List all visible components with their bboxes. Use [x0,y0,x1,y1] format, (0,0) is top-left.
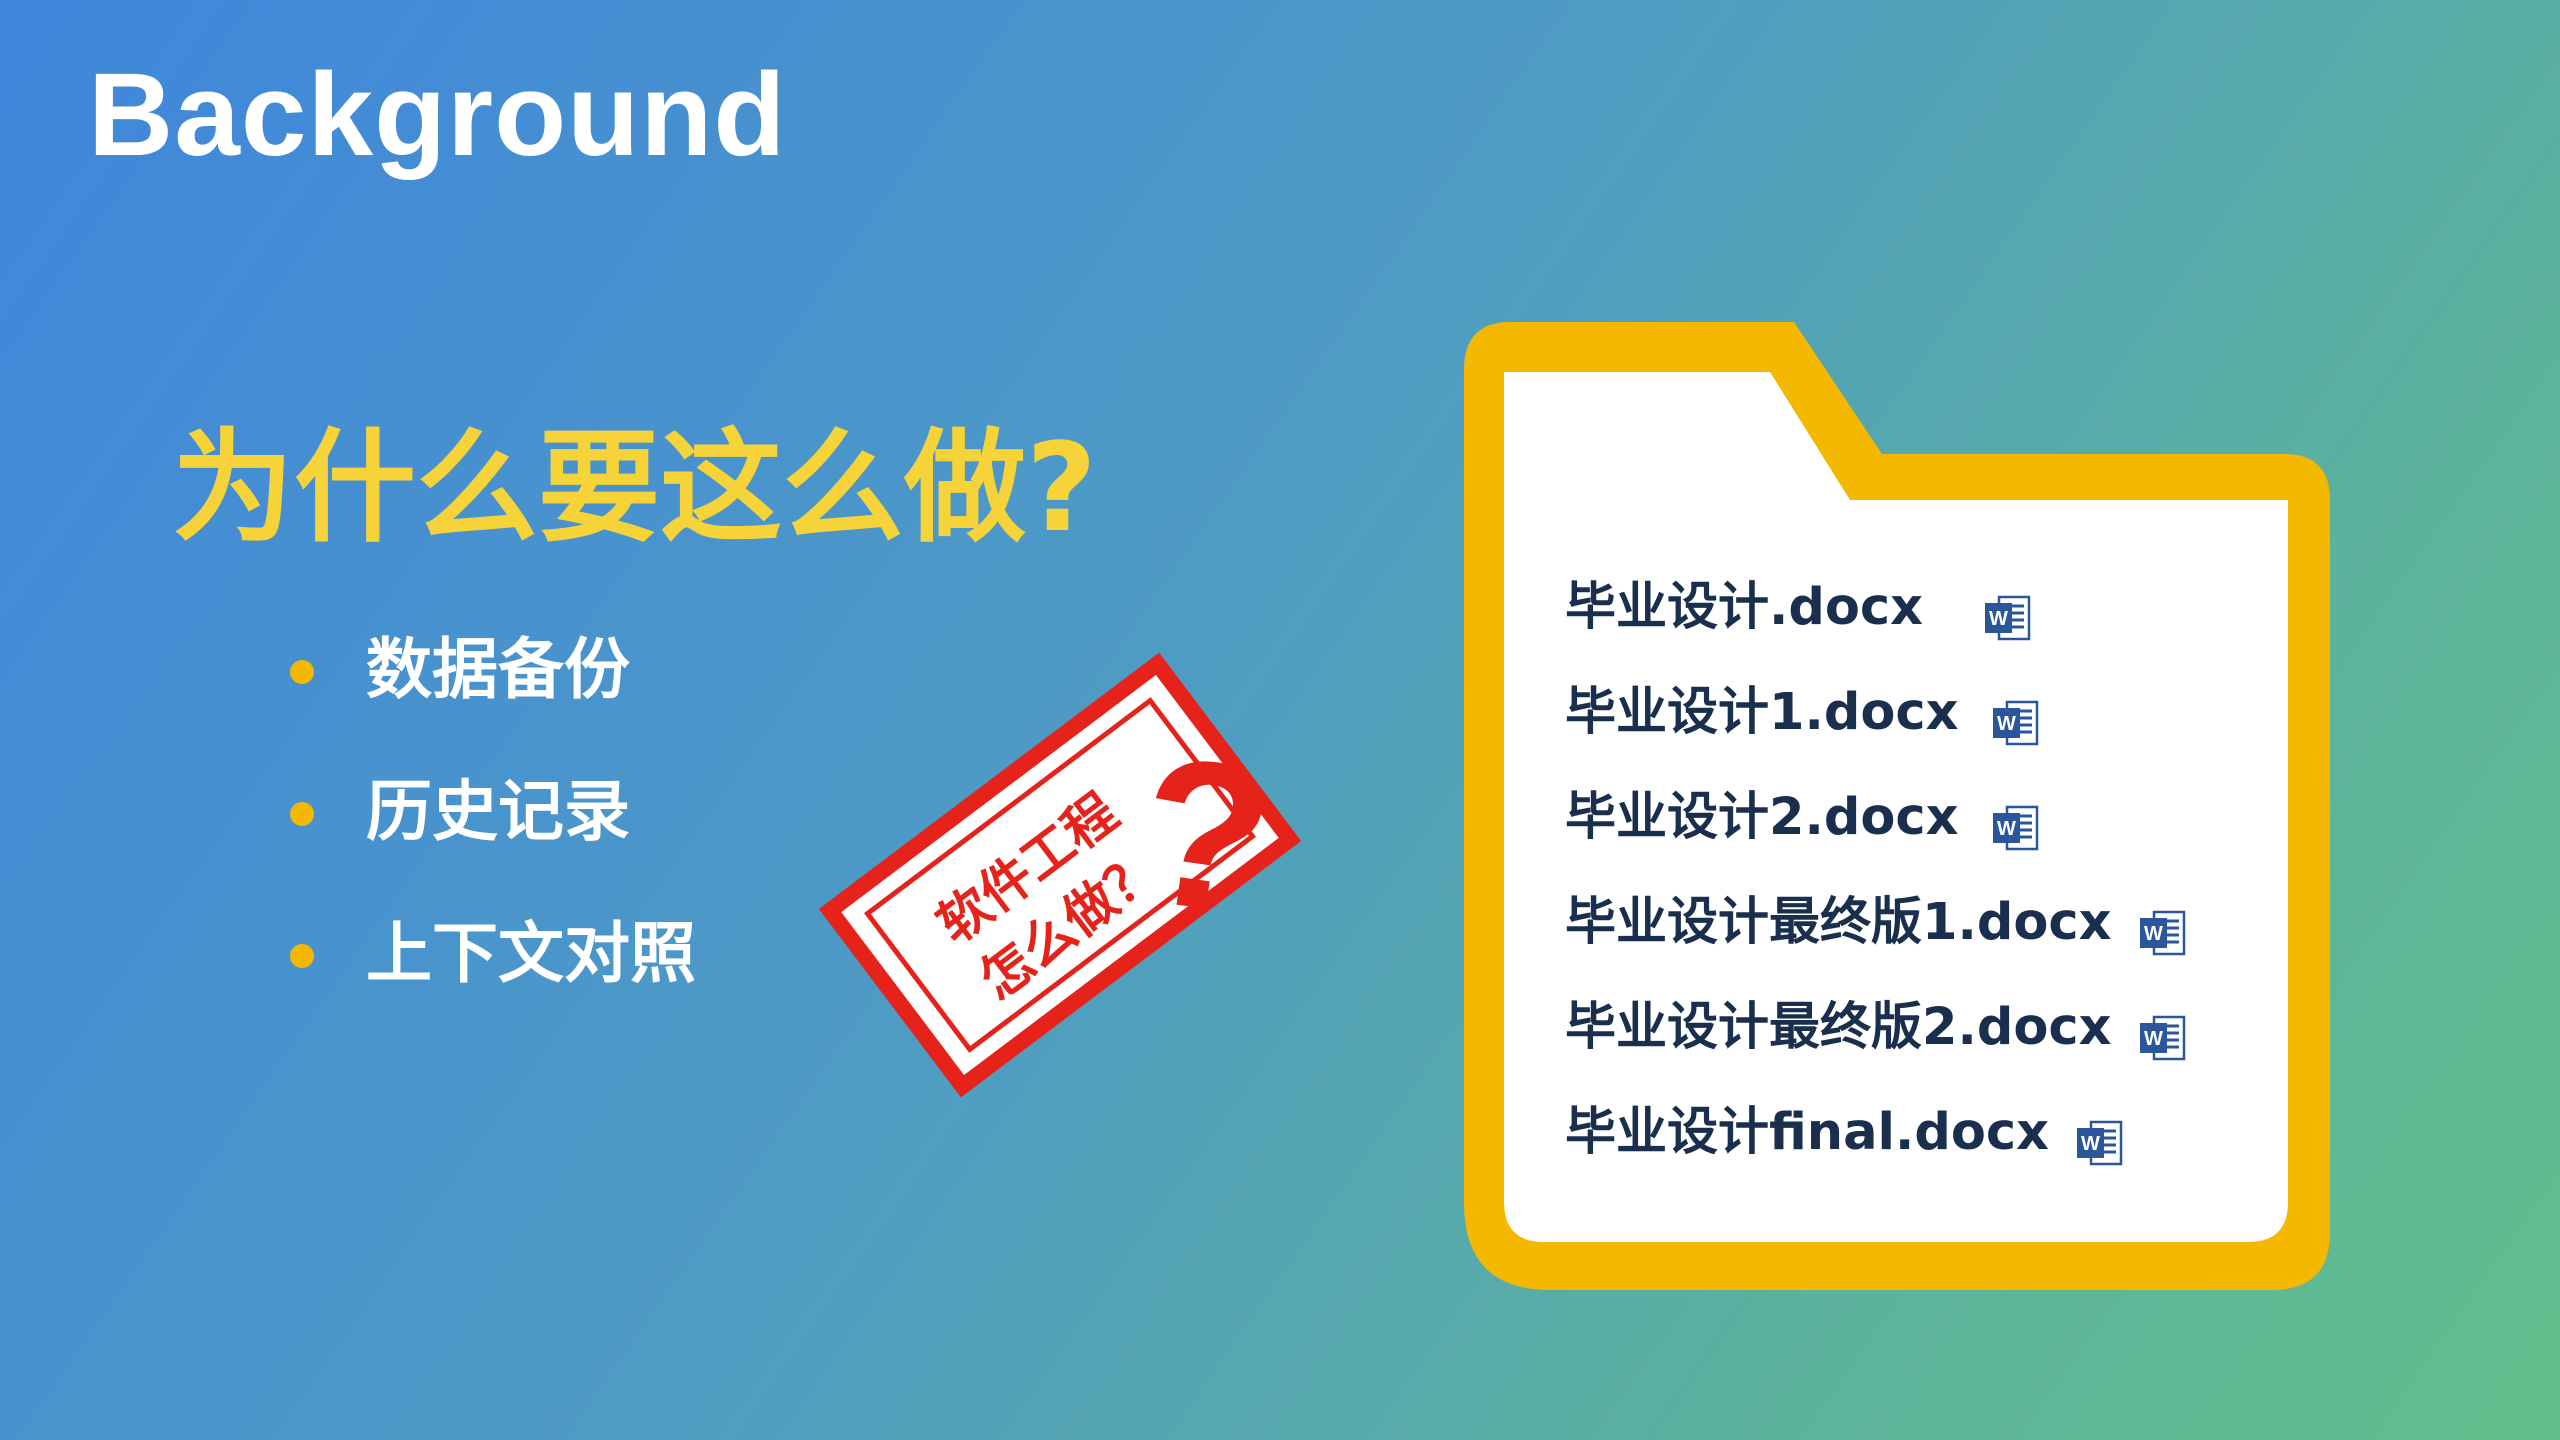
bullet-item: 历史记录 [290,762,696,904]
bullet-dot-icon [290,660,314,684]
bullet-item: 数据备份 [290,620,696,762]
word-doc-icon: W [2075,1109,2125,1165]
bullet-item: 上下文对照 [290,904,696,1046]
svg-text:W: W [1997,818,2016,840]
bullet-text: 数据备份 [366,631,630,708]
file-item[interactable]: 毕业设计final.docx W [1565,1080,2188,1185]
file-name: 毕业设计最终版1.docx [1565,892,2112,952]
svg-text:W: W [1997,713,2016,735]
word-doc-icon: W [1991,689,2041,745]
svg-text:W: W [2144,923,2163,945]
word-doc-icon: W [2138,1004,2188,1060]
bullet-list: 数据备份 历史记录 上下文对照 [290,620,696,1046]
bullet-dot-icon [290,802,314,826]
file-name: 毕业设计.docx [1565,577,1924,637]
file-item[interactable]: 毕业设计最终版1.docx W [1565,870,2188,975]
question-heading: 为什么要这么做? [172,417,1097,559]
svg-text:W: W [2081,1133,2100,1155]
file-name: 毕业设计2.docx [1565,787,1959,847]
file-item[interactable]: 毕业设计最终版2.docx W [1565,975,2188,1080]
file-list: 毕业设计.docx W 毕业设计1.docx W 毕业设计2.docx W 毕业… [1565,555,2188,1185]
file-name: 毕业设计1.docx [1565,682,1959,742]
svg-text:W: W [1989,608,2008,630]
stamp-graphic: 软件工程 怎么做？ ? [818,652,1302,1098]
file-item[interactable]: 毕业设计2.docx W [1565,765,2188,870]
word-doc-icon: W [2138,899,2188,955]
bullet-text: 历史记录 [366,773,630,850]
file-name: 毕业设计最终版2.docx [1565,997,2112,1057]
slide-title: Background [88,49,787,181]
word-doc-icon: W [1991,794,2041,850]
file-item[interactable]: 毕业设计1.docx W [1565,660,2188,765]
stamp: 软件工程 怎么做？ ? [780,640,1340,1110]
file-name: 毕业设计final.docx [1565,1102,2050,1162]
bullet-dot-icon [290,944,314,968]
bullet-text: 上下文对照 [366,915,696,992]
svg-text:W: W [2144,1028,2163,1050]
file-item[interactable]: 毕业设计.docx W [1565,555,2188,660]
word-doc-icon: W [1983,584,2033,640]
